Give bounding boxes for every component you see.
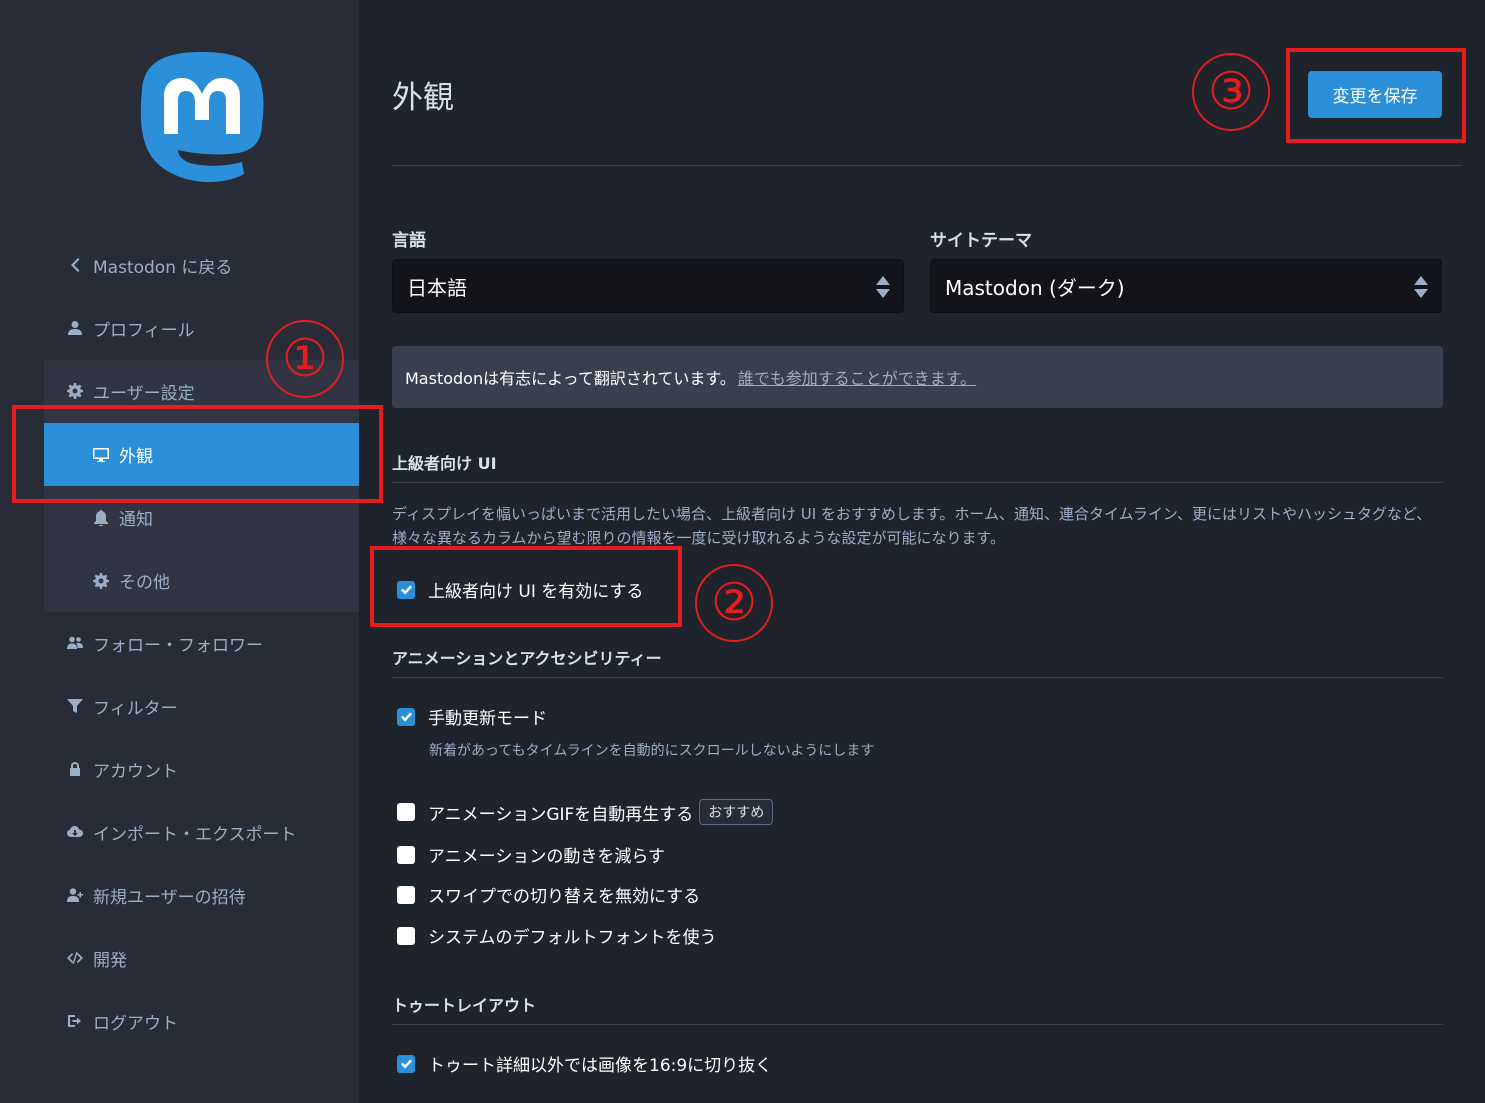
annotation-circle-2: ② <box>695 564 773 642</box>
sidebar-item-label: 通知 <box>119 510 153 530</box>
sidebar-item-invites[interactable]: 新規ユーザーの招待 <box>0 864 359 926</box>
section-divider <box>392 1024 1443 1025</box>
reduce-motion-checkbox[interactable] <box>397 845 415 864</box>
notice-text: Mastodonは有志によって翻訳されています。 <box>405 369 736 388</box>
crop-images-checkbox[interactable] <box>397 1054 415 1073</box>
annotation-circle-1: ① <box>266 320 344 398</box>
gear-icon <box>91 572 111 590</box>
annotation-box-appearance <box>12 405 383 503</box>
filter-icon <box>66 697 84 715</box>
section-divider <box>392 677 1443 678</box>
disable-swipe-row[interactable]: スワイプでの切り替えを無効にする <box>397 882 700 907</box>
annotation-box-save <box>1286 48 1466 143</box>
sidebar-item-filters[interactable]: フィルター <box>0 675 359 737</box>
annotation-box-advanced-ui <box>370 546 682 627</box>
mastodon-logo-icon[interactable] <box>138 50 266 184</box>
crop-images-row[interactable]: トゥート詳細以外では画像を16:9に切り抜く <box>397 1051 772 1076</box>
back-label: Mastodon に戻る <box>93 257 233 278</box>
toot-layout-heading: トゥートレイアウト <box>392 996 537 1015</box>
advanced-ui-description: ディスプレイを幅いっぱいまで活用したい場合、上級者向け UI をおすすめします。… <box>392 505 1432 547</box>
sidebar-item-label: ログアウト <box>93 1013 178 1034</box>
animation-heading: アニメーションとアクセシビリティー <box>392 649 662 668</box>
language-label: 言語 <box>392 231 426 251</box>
lock-icon <box>66 760 84 778</box>
crop-images-label: トゥート詳細以外では画像を16:9に切り抜く <box>428 1056 773 1076</box>
join-translation-link[interactable]: 誰でも参加することができます。 <box>738 365 976 389</box>
users-icon <box>66 634 84 652</box>
chevron-left-icon <box>66 256 84 274</box>
theme-select-value: Mastodon (ダーク) <box>945 275 1125 300</box>
section-divider <box>392 482 1443 483</box>
back-to-mastodon-link[interactable]: Mastodon に戻る <box>0 234 359 296</box>
sidebar-item-label: インポート・エクスポート <box>93 824 297 845</box>
reduce-motion-row[interactable]: アニメーションの動きを減らす <box>397 842 665 867</box>
bell-icon <box>91 509 111 527</box>
select-arrows-icon <box>875 275 891 299</box>
manual-refresh-row[interactable]: 手動更新モード <box>397 704 547 729</box>
sidebar-item-label: アカウント <box>93 761 178 782</box>
cloud-download-icon <box>66 823 84 841</box>
theme-select[interactable]: Mastodon (ダーク) <box>930 259 1442 313</box>
sidebar-item-other[interactable]: その他 <box>44 549 359 612</box>
autoplay-gif-row[interactable]: アニメーションGIFを自動再生する おすすめ <box>397 799 774 825</box>
sidebar-item-logout[interactable]: ログアウト <box>0 990 359 1052</box>
sidebar-item-follows[interactable]: フォロー・フォロワー <box>0 612 359 674</box>
page-title: 外観 <box>392 80 454 116</box>
sidebar-item-label: フィルター <box>93 698 178 719</box>
disable-swipe-checkbox[interactable] <box>397 885 415 904</box>
sidebar: Mastodon に戻る プロフィール ユーザー設定 外観 通知 その他 フォロ… <box>0 0 359 1103</box>
manual-refresh-hint: 新着があってもタイムラインを自動的にスクロールしないようにします <box>429 743 875 759</box>
theme-label: サイトテーマ <box>930 231 1032 251</box>
manual-refresh-label: 手動更新モード <box>428 709 547 729</box>
language-select[interactable]: 日本語 <box>392 259 904 313</box>
user-icon <box>66 319 84 337</box>
recommended-badge: おすすめ <box>699 799 774 825</box>
disable-swipe-label: スワイプでの切り替えを無効にする <box>428 887 701 907</box>
system-font-label: システムのデフォルトフォントを使う <box>428 928 717 948</box>
user-plus-icon <box>66 886 84 904</box>
language-select-value: 日本語 <box>407 275 467 300</box>
system-font-row[interactable]: システムのデフォルトフォントを使う <box>397 923 717 948</box>
autoplay-gif-checkbox[interactable] <box>397 803 415 821</box>
sidebar-item-import-export[interactable]: インポート・エクスポート <box>0 801 359 863</box>
reduce-motion-label: アニメーションの動きを減らす <box>428 847 665 867</box>
sign-out-icon <box>66 1012 84 1030</box>
header-divider <box>392 165 1462 166</box>
annotation-circle-3: ③ <box>1192 53 1270 131</box>
sidebar-item-label: プロフィール <box>93 320 195 341</box>
system-font-checkbox[interactable] <box>397 926 415 945</box>
sidebar-item-development[interactable]: 開発 <box>0 927 359 989</box>
advanced-ui-heading: 上級者向け UI <box>392 454 497 473</box>
sidebar-item-label: ユーザー設定 <box>93 383 195 404</box>
gear-icon <box>66 382 84 400</box>
code-icon <box>66 949 84 967</box>
sidebar-item-account[interactable]: アカウント <box>0 738 359 800</box>
sidebar-item-label: 開発 <box>93 950 127 971</box>
autoplay-gif-label: アニメーションGIFを自動再生する <box>428 804 694 825</box>
manual-refresh-checkbox[interactable] <box>397 707 415 726</box>
sidebar-item-label: フォロー・フォロワー <box>93 635 263 656</box>
translation-notice: Mastodonは有志によって翻訳されています。 誰でも参加することができます。 <box>392 346 1443 408</box>
select-arrows-icon <box>1413 275 1429 299</box>
sidebar-item-label: その他 <box>119 573 170 593</box>
sidebar-item-label: 新規ユーザーの招待 <box>93 887 246 908</box>
